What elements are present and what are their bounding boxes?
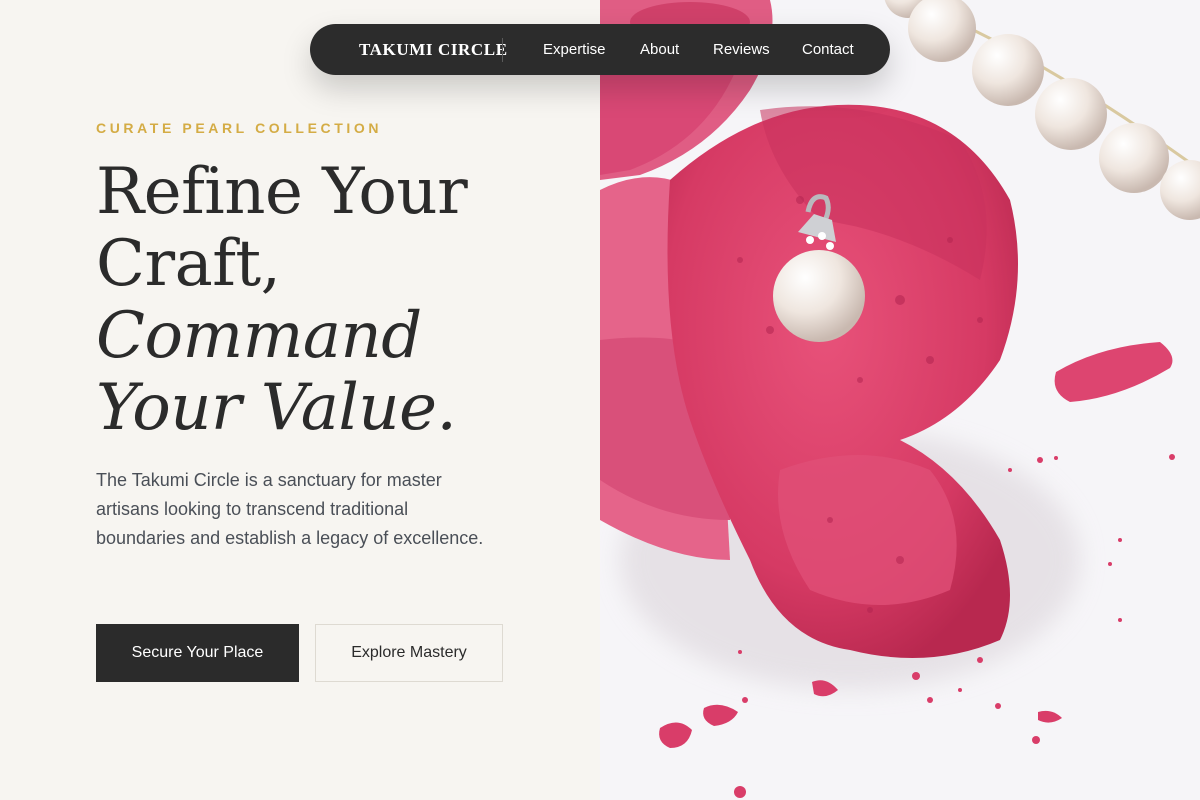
explore-mastery-button[interactable]: Explore Mastery [315, 624, 503, 682]
nav-link-expertise[interactable]: Expertise [543, 41, 606, 58]
nav-link-contact[interactable]: Contact [802, 41, 854, 58]
nav-divider [502, 38, 503, 62]
nav-link-reviews[interactable]: Reviews [713, 41, 770, 58]
headline-line-3: Command [96, 299, 422, 373]
hero-photo [600, 0, 1200, 800]
headline-line-1: Refine Your [96, 155, 468, 229]
top-nav: TAKUMI CIRCLE Expertise About Reviews Co… [310, 24, 890, 75]
headline-line-2: Craft, [96, 227, 281, 301]
hero-eyebrow: CURATE PEARL COLLECTION [96, 120, 383, 136]
brand-logo[interactable]: TAKUMI CIRCLE [359, 40, 508, 60]
hero-headline: Refine Your Craft, Command Your Value. [96, 156, 576, 444]
secure-your-place-button[interactable]: Secure Your Place [96, 624, 299, 682]
headline-line-4: Your Value. [96, 371, 457, 445]
nav-link-about[interactable]: About [640, 41, 679, 58]
hero-description: The Takumi Circle is a sanctuary for mas… [96, 470, 484, 548]
